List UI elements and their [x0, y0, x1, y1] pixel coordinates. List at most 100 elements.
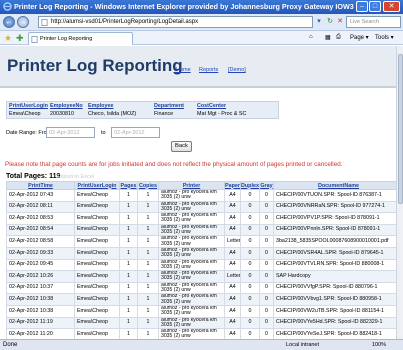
- cell-documentname: CHECIP/00VVfgP.SPR: Spool-ID 880796-1: [273, 281, 403, 295]
- cell-printtime: 02-Apr-2012 08:53: [6, 212, 75, 225]
- date-to-input[interactable]: 02-Apr-2012: [111, 127, 160, 138]
- cell-pages: 1: [119, 281, 138, 295]
- forward-arrow-icon[interactable]: →: [17, 16, 29, 28]
- cell-paper: A4: [224, 223, 241, 237]
- cell-printtime: 02-Apr-2012 09:33: [6, 246, 75, 260]
- cell-copies: 1: [137, 212, 159, 225]
- cell-copies: 1: [137, 258, 159, 272]
- minimize-button[interactable]: –: [356, 1, 368, 12]
- user-header-department[interactable]: Department: [154, 103, 184, 109]
- back-arrow-icon[interactable]: ←: [3, 16, 15, 28]
- cell-duplex: 0: [240, 281, 260, 295]
- cell-copies: 1: [137, 189, 159, 202]
- user-header-employeeno[interactable]: EmployeeNo: [50, 103, 83, 109]
- page-menu[interactable]: Page ▾: [350, 34, 369, 41]
- print-log-table: PrintTime PrintUserLogin Pages Copies Printe…: [6, 181, 403, 339]
- cell-printuserlogin: Emea\Cheop: [74, 293, 120, 306]
- cell-copies: 1: [137, 316, 159, 330]
- refresh-icon[interactable]: ↻: [325, 17, 335, 27]
- user-header-login[interactable]: PrintUserLogin: [9, 103, 48, 109]
- column-header-pages[interactable]: Pages: [119, 181, 138, 190]
- cell-documentname: CHECIP/00VW2uTB.SPR: Spool-ID 881154-1: [273, 304, 403, 318]
- home-link[interactable]: Home: [176, 67, 191, 73]
- stop-icon[interactable]: ✕: [335, 17, 345, 27]
- column-header-printer[interactable]: Printer: [158, 181, 225, 190]
- cell-printuserlogin: Emea\Cheop: [74, 316, 120, 330]
- cell-printuserlogin: Emea\Cheop: [74, 223, 120, 237]
- cell-documentname: CHECIP/00VYe5Hd.SPR: Spool-ID 882329-1: [273, 316, 403, 330]
- user-header-employee[interactable]: Employee: [88, 103, 113, 109]
- column-header-gray[interactable]: Gray: [259, 181, 274, 190]
- internet-explorer-icon: [3, 2, 12, 11]
- column-header-copies[interactable]: Copies: [137, 181, 159, 190]
- cell-copies: 1: [137, 235, 159, 248]
- cell-gray: 0: [259, 235, 274, 248]
- cell-printtime: 02-Apr-2012 08:54: [6, 223, 75, 237]
- cell-duplex: 0: [240, 328, 260, 339]
- table-row: 02-Apr-2012 10:38 Emea\Cheop 1 1 alumoz - pr…: [6, 293, 403, 306]
- cell-copies: 1: [137, 304, 159, 318]
- cell-documentname: CHECIP/00VYeSeJ.SPR: Spool-ID 882418-1: [273, 328, 403, 339]
- cell-paper: A4: [224, 200, 241, 214]
- table-header-row: PrintTime PrintUserLogin Pages Copies Printe…: [6, 181, 403, 190]
- page-content: Printer Log Reporting Home Reports [Demo…: [0, 46, 403, 339]
- vertical-scrollbar[interactable]: [396, 46, 403, 339]
- home-icon[interactable]: ⌂: [309, 34, 313, 40]
- user-info-table: PrintUserLogin EmployeeNo Employee Depar…: [6, 101, 279, 119]
- favorites-star-icon[interactable]: ★: [4, 33, 12, 44]
- cell-printuserlogin: Emea\Cheop: [74, 328, 120, 339]
- cell-pages: 1: [119, 328, 138, 339]
- reports-link[interactable]: Reports: [199, 67, 218, 73]
- back-button[interactable]: Back: [171, 141, 192, 152]
- search-input[interactable]: Live Search: [346, 16, 401, 28]
- add-favorite-icon[interactable]: ✚: [16, 33, 24, 44]
- table-row: 02-Apr-2012 07:43 Emea\Cheop 1 1 alumoz - pr…: [6, 189, 403, 202]
- date-from-input[interactable]: 02-Apr-2012: [46, 127, 95, 138]
- feeds-icon[interactable]: ▦: [325, 34, 331, 41]
- page-title: Printer Log Reporting: [7, 56, 183, 75]
- date-to-label: to: [101, 130, 106, 136]
- zoom-level[interactable]: 100%: [372, 342, 386, 348]
- column-header-printuserlogin[interactable]: PrintUserLogin: [74, 181, 120, 190]
- cell-paper: A4: [224, 293, 241, 306]
- cell-duplex: 0: [240, 235, 260, 248]
- scrollbar-thumb[interactable]: [398, 54, 403, 204]
- cell-printer: alumoz - pro kyocera km 3035 (2) unw: [158, 212, 225, 225]
- maximize-button[interactable]: □: [369, 1, 381, 12]
- cell-printtime: 02-Apr-2012 07:43: [6, 189, 75, 202]
- cell-printuserlogin: Emea\Cheop: [74, 212, 120, 225]
- column-header-duplex[interactable]: Duplex: [240, 181, 260, 190]
- cell-paper: A4: [224, 316, 241, 330]
- cell-gray: 0: [259, 212, 274, 225]
- cell-printtime: 02-Apr-2012 10:38: [6, 304, 75, 318]
- print-icon[interactable]: ⎙: [336, 34, 341, 41]
- window-title-bar: Printer Log Reporting - Windows Internet…: [0, 0, 403, 14]
- cell-printuserlogin: Emea\Cheop: [74, 189, 120, 202]
- cell-copies: 1: [137, 246, 159, 260]
- tools-menu[interactable]: Tools ▾: [375, 34, 394, 41]
- cell-duplex: 0: [240, 270, 260, 283]
- cell-pages: 1: [119, 316, 138, 330]
- address-bar[interactable]: http://alumsi-vsd01/PrinterLogReporting/…: [38, 16, 313, 28]
- cell-duplex: 0: [240, 212, 260, 225]
- total-pages: Total Pages: 119: [6, 173, 60, 180]
- cell-gray: 0: [259, 281, 274, 295]
- user-header-costcenter[interactable]: CostCenter: [197, 103, 226, 109]
- column-header-printtime[interactable]: PrintTime: [6, 181, 75, 190]
- export-to-excel-link[interactable]: Export to Excel: [57, 174, 94, 180]
- department-value: Finance: [154, 111, 174, 117]
- column-header-documentname[interactable]: DocumentName: [273, 181, 403, 190]
- cell-printtime: 02-Apr-2012 09:45: [6, 258, 75, 272]
- close-button[interactable]: ✕: [383, 1, 400, 12]
- tab-printer-log-reporting[interactable]: Printer Log Reporting: [28, 32, 133, 45]
- cell-gray: 0: [259, 316, 274, 330]
- cell-copies: 1: [137, 293, 159, 306]
- cell-gray: 0: [259, 304, 274, 318]
- column-header-paper[interactable]: Paper: [224, 181, 241, 190]
- dropdown-arrow-icon[interactable]: ▾: [314, 17, 324, 27]
- address-toolbar: ← → http://alumsi-vsd01/PrinterLogReport…: [0, 14, 403, 31]
- url-text: http://alumsi-vsd01/PrinterLogReporting/…: [51, 19, 199, 25]
- demo-link[interactable]: [Demo]: [228, 67, 246, 73]
- cell-pages: 1: [119, 212, 138, 225]
- cell-paper: A4: [224, 258, 241, 272]
